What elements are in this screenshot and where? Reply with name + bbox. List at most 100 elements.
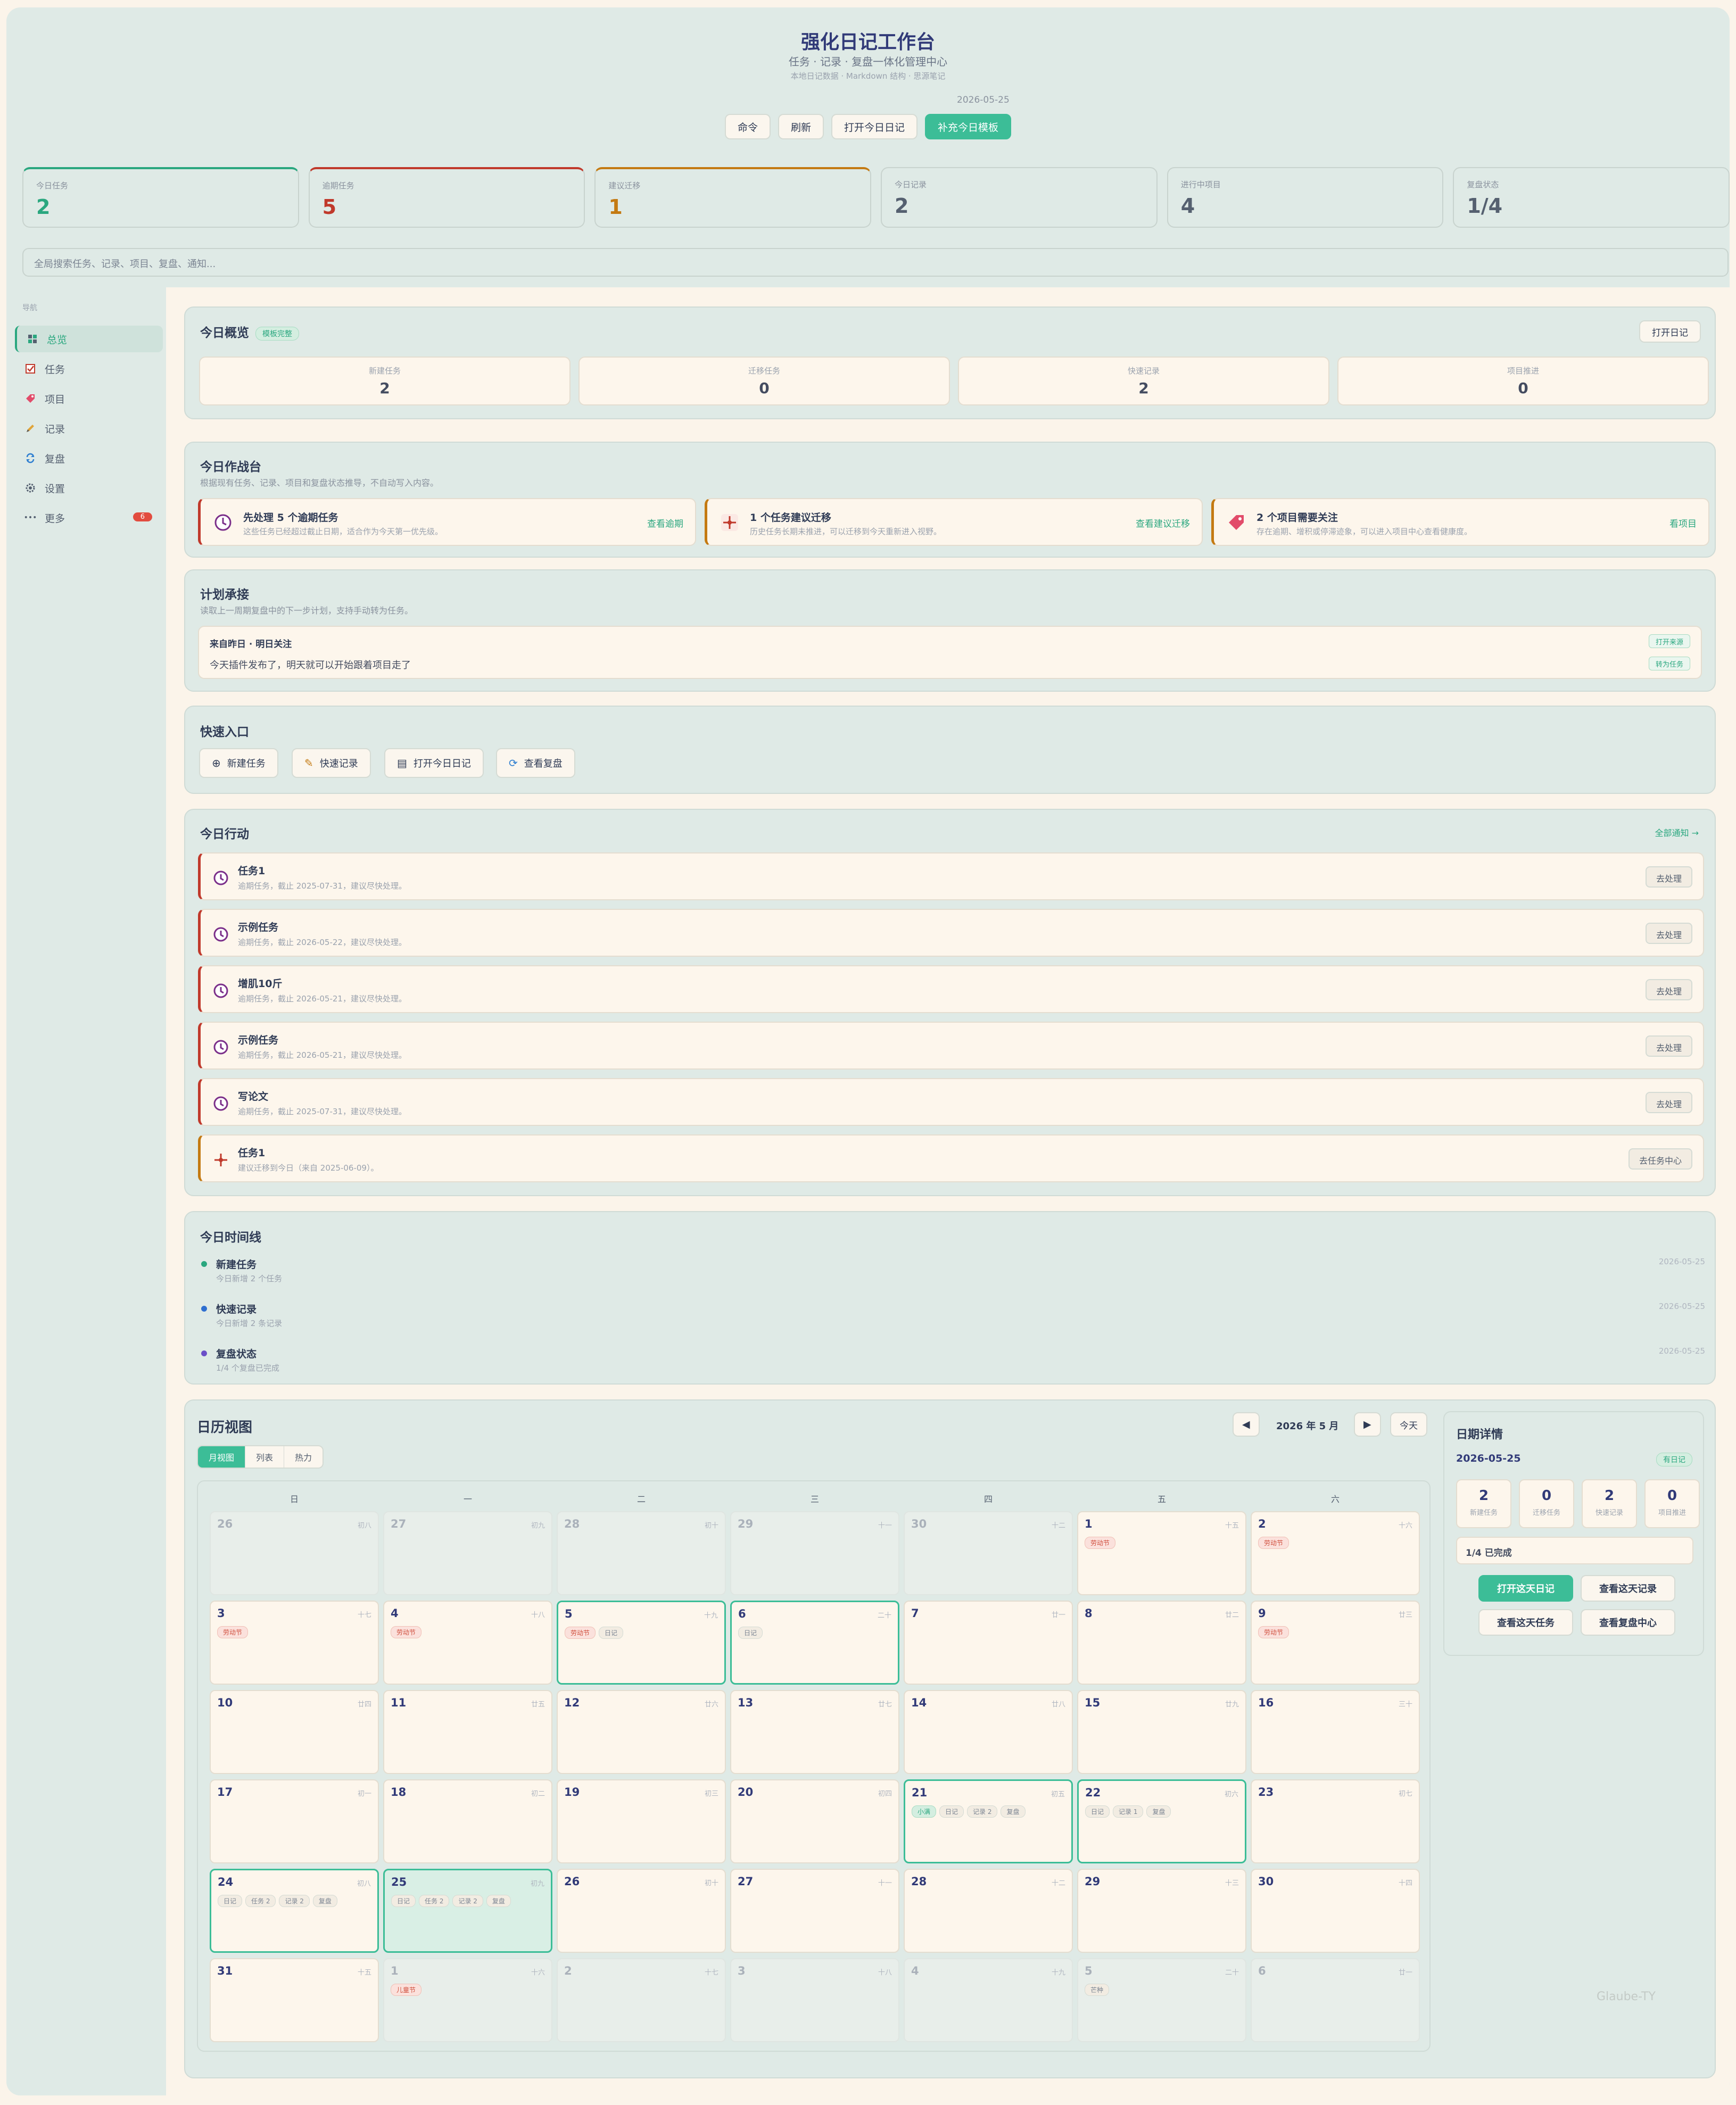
- calendar-day[interactable]: 29 十一: [730, 1511, 899, 1595]
- calendar-day[interactable]: 4 十八 劳动节: [383, 1601, 552, 1685]
- action-button[interactable]: 去处理: [1645, 923, 1692, 944]
- calendar-day[interactable]: 28 初十: [557, 1511, 726, 1595]
- calendar-day[interactable]: 6 二十 日记: [730, 1601, 899, 1685]
- calendar-day[interactable]: 3 十八: [730, 1958, 899, 2042]
- calendar-day[interactable]: 7 廿一: [904, 1601, 1073, 1685]
- sidebar-item-settings[interactable]: 设置: [15, 475, 163, 501]
- open-source-button[interactable]: 打开来源: [1648, 634, 1690, 648]
- quick-record-button[interactable]: ✎ 快速记录: [292, 748, 371, 778]
- battle-item-overdue[interactable]: 先处理 5 个逾期任务 这些任务已经超过截止日期，适合作为今天第一优先级。 查看…: [198, 498, 696, 546]
- calendar-day[interactable]: 18 初二: [383, 1779, 552, 1863]
- calendar-day[interactable]: 31 十五: [210, 1958, 379, 2042]
- sidebar-item-records[interactable]: 记录: [15, 415, 163, 442]
- calendar-day[interactable]: 3 十七 劳动节: [210, 1601, 379, 1685]
- calendar-day[interactable]: 13 廿七: [730, 1690, 899, 1774]
- calendar-day[interactable]: 6 廿一: [1251, 1958, 1420, 2042]
- calendar-day[interactable]: 27 十一: [730, 1869, 899, 1953]
- view-month[interactable]: 月视图: [198, 1446, 246, 1468]
- calendar-day[interactable]: 10 廿四: [210, 1690, 379, 1774]
- stat-card[interactable]: 复盘状态 1/4: [1453, 167, 1730, 228]
- calendar-day[interactable]: 29 十三: [1077, 1869, 1246, 1953]
- calendar-day[interactable]: 9 廿三 劳动节: [1251, 1601, 1420, 1685]
- action-button[interactable]: 去处理: [1645, 1092, 1692, 1113]
- calendar-day[interactable]: 19 初三: [557, 1779, 726, 1863]
- open-diary-button[interactable]: 打开日记: [1639, 320, 1701, 343]
- battle-item-projects[interactable]: 2 个项目需要关注 存在逾期、增积或停滞迹象，可以进入项目中心查看健康度。 看项…: [1211, 498, 1709, 546]
- stat-card[interactable]: 今日任务 2: [22, 167, 299, 228]
- prev-month-button[interactable]: ◀: [1233, 1412, 1260, 1437]
- global-search-input[interactable]: 全局搜索任务、记录、项目、复盘、通知...: [22, 248, 1729, 277]
- calendar-day[interactable]: 4 十九: [904, 1958, 1073, 2042]
- today-button[interactable]: 今天: [1390, 1412, 1427, 1437]
- action-button[interactable]: 去处理: [1645, 866, 1692, 888]
- calendar-day[interactable]: 2 十七: [557, 1958, 726, 2042]
- calendar-day[interactable]: 16 三十: [1251, 1690, 1420, 1774]
- day-number: 5: [1085, 1965, 1093, 1977]
- view-day-records-button[interactable]: 查看这天记录: [1581, 1575, 1675, 1602]
- calendar-day[interactable]: 23 初七: [1251, 1779, 1420, 1863]
- stat-card[interactable]: 逾期任务 5: [308, 167, 585, 228]
- calendar-day[interactable]: 5 十九 劳动节 日记: [557, 1601, 726, 1685]
- calendar-day[interactable]: 21 初五 小满 日记 记录 2 复盘: [904, 1779, 1073, 1863]
- sidebar-item-review[interactable]: 复盘: [15, 445, 163, 471]
- action-item[interactable]: 示例任务 逾期任务，截止 2026-05-22，建议尽快处理。 去处理: [198, 909, 1704, 957]
- stat-card[interactable]: 建议迁移 1: [594, 167, 872, 228]
- calendar-day[interactable]: 22 初六 日记 记录 1 复盘: [1077, 1779, 1246, 1863]
- new-task-button[interactable]: ⊕ 新建任务: [199, 748, 278, 778]
- fill-template-button[interactable]: 补充今日模板: [925, 114, 1012, 139]
- calendar-day[interactable]: 26 初八: [210, 1511, 379, 1595]
- calendar-day[interactable]: 8 廿二: [1077, 1601, 1246, 1685]
- action-item[interactable]: 任务1 建议迁移到今日（来自 2025-06-09）。 去任务中心: [198, 1134, 1704, 1182]
- calendar-day[interactable]: 24 初八 日记 任务 2 记录 2 复盘: [210, 1869, 379, 1953]
- calendar-day[interactable]: 30 十二: [904, 1511, 1073, 1595]
- action-button[interactable]: 去处理: [1645, 979, 1692, 1000]
- action-button[interactable]: 去任务中心: [1628, 1148, 1692, 1170]
- calendar-day[interactable]: 5 二十 芒种: [1077, 1958, 1246, 2042]
- sidebar-item-projects[interactable]: 项目: [15, 385, 163, 412]
- refresh-button[interactable]: 刷新: [778, 114, 824, 139]
- sidebar-item-overview[interactable]: 总览: [15, 326, 163, 352]
- view-heat[interactable]: 热力: [284, 1446, 323, 1468]
- view-list[interactable]: 列表: [245, 1446, 285, 1468]
- calendar-day[interactable]: 2 十六 劳动节: [1251, 1511, 1420, 1595]
- battle-item-migrate[interactable]: 1 个任务建议迁移 历史任务长期未推进，可以迁移到今天重新进入视野。 查看建议迁…: [705, 498, 1203, 546]
- open-day-diary-button[interactable]: 打开这天日记: [1478, 1575, 1573, 1602]
- open-today-diary-quick-button[interactable]: ▤ 打开今日日记: [384, 748, 484, 778]
- action-button[interactable]: 去处理: [1645, 1035, 1692, 1057]
- calendar-day[interactable]: 30 十四: [1251, 1869, 1420, 1953]
- main-content: 今日概览 模板完整 打开日记 新建任务 2 迁移任务 0 快速记录 2 项目推进 0 今日…: [166, 287, 1730, 2095]
- view-day-tasks-button[interactable]: 查看这天任务: [1478, 1609, 1573, 1636]
- calendar-day[interactable]: 1 十六 儿童节: [383, 1958, 552, 2042]
- stat-card[interactable]: 进行中项目 4: [1167, 167, 1444, 228]
- command-button[interactable]: 命令: [724, 114, 771, 139]
- action-item[interactable]: 任务1 逾期任务，截止 2025-07-31，建议尽快处理。 去处理: [198, 852, 1704, 900]
- action-item[interactable]: 示例任务 逾期任务，截止 2026-05-21，建议尽快处理。 去处理: [198, 1022, 1704, 1070]
- calendar-day[interactable]: 20 初四: [730, 1779, 899, 1863]
- next-month-button[interactable]: ▶: [1354, 1412, 1381, 1437]
- calendar-day[interactable]: 12 廿六: [557, 1690, 726, 1774]
- calendar-day[interactable]: 26 初十: [557, 1869, 726, 1953]
- calendar-day[interactable]: 28 十二: [904, 1869, 1073, 1953]
- sidebar-item-tasks[interactable]: 任务: [15, 355, 163, 382]
- all-notifications-link[interactable]: 全部通知 →: [1655, 826, 1699, 839]
- stat-value: 1/4: [1467, 194, 1503, 218]
- view-review-button[interactable]: ⟳ 查看复盘: [496, 748, 575, 778]
- view-migrate-link[interactable]: 查看建议迁移: [1136, 516, 1190, 529]
- stat-card[interactable]: 今日记录 2: [881, 167, 1158, 228]
- sidebar-item-more[interactable]: ••• 更多 6: [15, 504, 163, 531]
- action-item[interactable]: 写论文 逾期任务，截止 2025-07-31，建议尽快处理。 去处理: [198, 1078, 1704, 1126]
- open-today-diary-button[interactable]: 打开今日日记: [831, 114, 918, 139]
- view-projects-link[interactable]: 看项目: [1669, 516, 1697, 529]
- calendar-day-today[interactable]: 25 初九 日记 任务 2 记录 2 复盘: [383, 1869, 552, 1953]
- calendar-day[interactable]: 11 廿五: [383, 1690, 552, 1774]
- action-item[interactable]: 增肌10斤 逾期任务，截止 2026-05-21，建议尽快处理。 去处理: [198, 965, 1704, 1013]
- calendar-day[interactable]: 14 廿八: [904, 1690, 1073, 1774]
- stat-value: 5: [322, 195, 337, 219]
- convert-to-task-button[interactable]: 转为任务: [1648, 657, 1690, 670]
- calendar-day[interactable]: 27 初九: [383, 1511, 552, 1595]
- calendar-day[interactable]: 1 十五 劳动节: [1077, 1511, 1246, 1595]
- view-overdue-link[interactable]: 查看逾期: [647, 516, 683, 529]
- view-review-center-button[interactable]: 查看复盘中心: [1581, 1609, 1675, 1636]
- calendar-day[interactable]: 17 初一: [210, 1779, 379, 1863]
- calendar-day[interactable]: 15 廿九: [1077, 1690, 1246, 1774]
